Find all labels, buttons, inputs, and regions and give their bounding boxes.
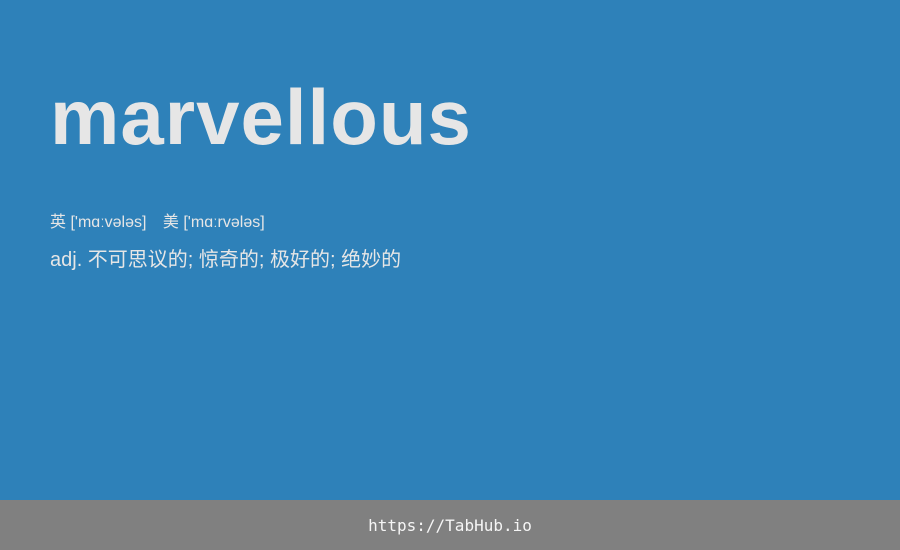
us-label: 美 bbox=[162, 214, 179, 231]
uk-label: 英 bbox=[50, 214, 67, 231]
footer-bar: https://TabHub.io bbox=[0, 500, 900, 550]
uk-ipa: ['mɑːvələs] bbox=[70, 214, 147, 231]
us-ipa: ['mɑːrvələs] bbox=[183, 214, 265, 231]
definition-text: adj. 不可思议的; 惊奇的; 极好的; 绝妙的 bbox=[50, 249, 402, 271]
word-card: marvellous 英 ['mɑːvələs] 美 ['mɑːrvələs] … bbox=[0, 0, 900, 500]
tabhub-link[interactable]: https://TabHub.io bbox=[368, 516, 532, 535]
word-title: marvellous bbox=[50, 73, 472, 161]
pronunciation-row: 英 ['mɑːvələs] 美 ['mɑːrvələs] bbox=[50, 213, 265, 233]
